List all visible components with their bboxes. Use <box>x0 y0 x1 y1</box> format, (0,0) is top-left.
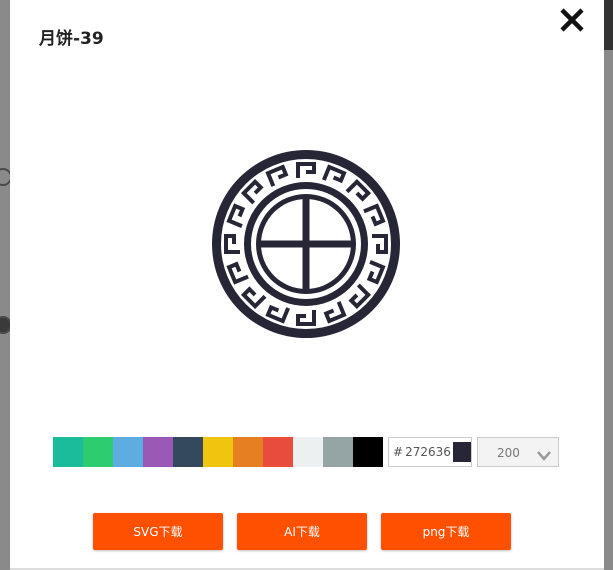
icon-detail-dialog: 月饼-39 # 200 SVG下载 AI下载 png下载 <box>10 0 604 570</box>
backdrop-right <box>604 0 613 570</box>
color-swatch-wet-asphalt[interactable] <box>173 437 203 467</box>
size-select-value: 200 <box>497 446 520 460</box>
png-download-button[interactable]: png下载 <box>381 513 511 550</box>
hex-color-field[interactable]: # <box>388 437 472 467</box>
mooncake-pattern-icon <box>210 148 402 340</box>
color-swatch-black[interactable] <box>353 437 383 467</box>
backdrop-header-peek <box>604 0 613 50</box>
color-swatch-clouds[interactable] <box>293 437 323 467</box>
svg-download-button[interactable]: SVG下载 <box>93 513 223 550</box>
close-icon[interactable] <box>558 6 586 34</box>
color-palette <box>53 437 383 467</box>
hex-color-input[interactable] <box>403 445 452 459</box>
color-swatch-amethyst[interactable] <box>143 437 173 467</box>
backdrop-left <box>0 0 12 570</box>
color-swatch-carrot[interactable] <box>233 437 263 467</box>
current-color-chip <box>453 442 471 462</box>
color-swatch-alizarin[interactable] <box>263 437 293 467</box>
color-swatch-peter-river[interactable] <box>113 437 143 467</box>
size-select[interactable]: 200 <box>477 437 559 467</box>
color-swatch-emerald[interactable] <box>83 437 113 467</box>
dialog-title: 月饼-39 <box>39 29 104 49</box>
color-swatch-concrete[interactable] <box>323 437 353 467</box>
color-swatch-turquoise[interactable] <box>53 437 83 467</box>
chevron-down-icon <box>536 447 552 461</box>
hex-prefix: # <box>393 445 404 459</box>
color-swatch-sunflower[interactable] <box>203 437 233 467</box>
ai-download-button[interactable]: AI下载 <box>237 513 367 550</box>
